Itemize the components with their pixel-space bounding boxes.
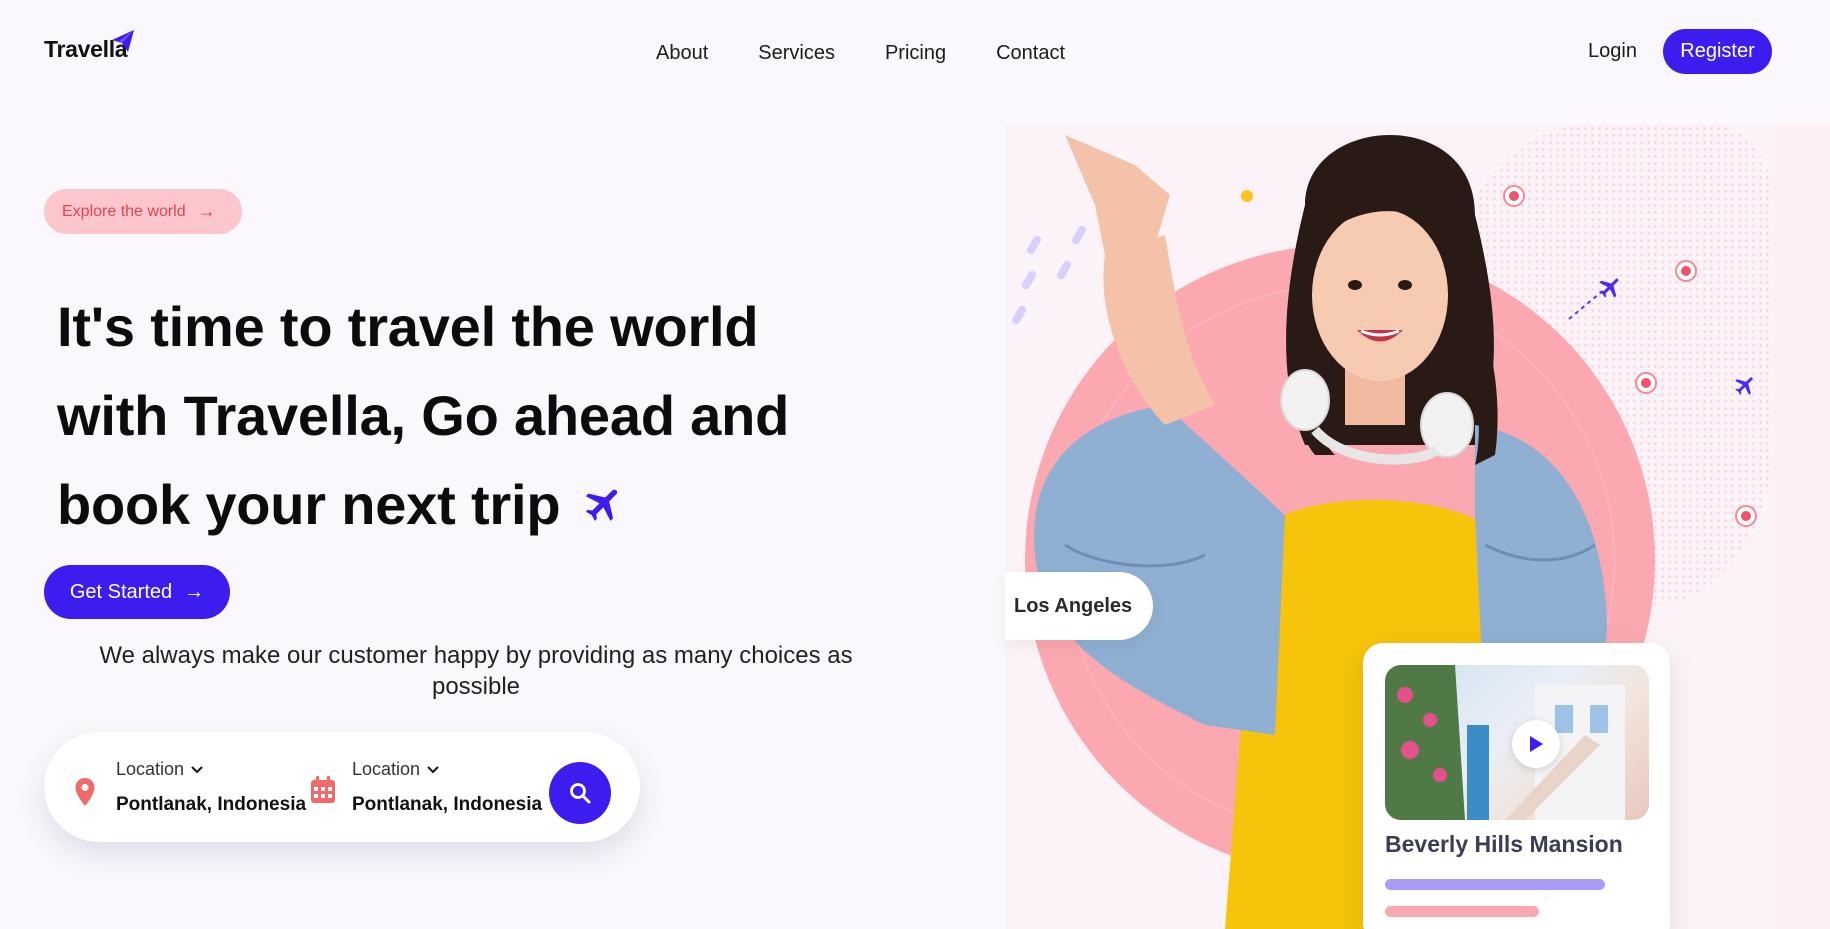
search-icon (570, 783, 591, 804)
chevron-down-icon (191, 765, 203, 773)
nav-services[interactable]: Services (758, 42, 835, 65)
search-bar: Location Pontlanak, Indonesia Location P… (44, 732, 640, 842)
brand-logo[interactable]: Travella (44, 30, 134, 63)
paper-plane-icon (112, 30, 134, 52)
arrow-right-icon: → (184, 580, 205, 603)
login-link[interactable]: Login (1588, 40, 1637, 63)
location-dropdown-2[interactable]: Location (352, 759, 440, 780)
location-tag[interactable]: Los Angeles (1005, 572, 1153, 640)
nav-pricing[interactable]: Pricing (885, 42, 946, 65)
explore-badge-label: Explore the world (62, 202, 186, 220)
play-button[interactable] (1512, 720, 1560, 768)
property-title: Beverly Hills Mansion (1385, 831, 1623, 857)
location-value-2[interactable]: Pontlanak, Indonesia (352, 794, 542, 816)
arrow-right-icon: → (197, 201, 216, 221)
main-nav: About Services Pricing Contact (656, 42, 1115, 65)
search-button[interactable] (549, 762, 611, 824)
explore-badge[interactable]: Explore the world → (44, 189, 242, 234)
hero-title-line-1: It's time to travel the world (57, 295, 759, 358)
calendar-icon (311, 776, 335, 803)
nav-about[interactable]: About (656, 42, 708, 65)
get-started-label: Get Started (69, 580, 173, 603)
hero-title-line-3: book your next trip (57, 473, 561, 536)
location-value-1[interactable]: Pontlanak, Indonesia (116, 794, 306, 816)
hero-title: It's time to travel the world with Trave… (57, 282, 917, 549)
placeholder-bar (1385, 906, 1539, 917)
location-dropdown-1[interactable]: Location (116, 759, 204, 780)
property-image (1385, 665, 1649, 820)
edge-strip (1772, 125, 1830, 929)
placeholder-bar (1385, 879, 1605, 890)
get-started-button[interactable]: Get Started → (44, 565, 230, 619)
play-icon (1530, 736, 1543, 752)
hero-subtitle: We always make our customer happy by pro… (99, 642, 853, 700)
hero-title-line-2: with Travella, Go ahead and (57, 384, 790, 447)
map-pin-icon (75, 778, 95, 806)
register-button[interactable]: Register (1663, 29, 1772, 74)
chevron-down-icon (427, 765, 439, 773)
location-label-2: Location (352, 759, 421, 779)
location-label-1: Location (116, 759, 185, 779)
property-card[interactable]: Beverly Hills Mansion (1363, 643, 1670, 929)
airplane-icon (585, 489, 617, 522)
location-tag-label: Los Angeles (1014, 594, 1133, 617)
nav-contact[interactable]: Contact (996, 42, 1065, 65)
